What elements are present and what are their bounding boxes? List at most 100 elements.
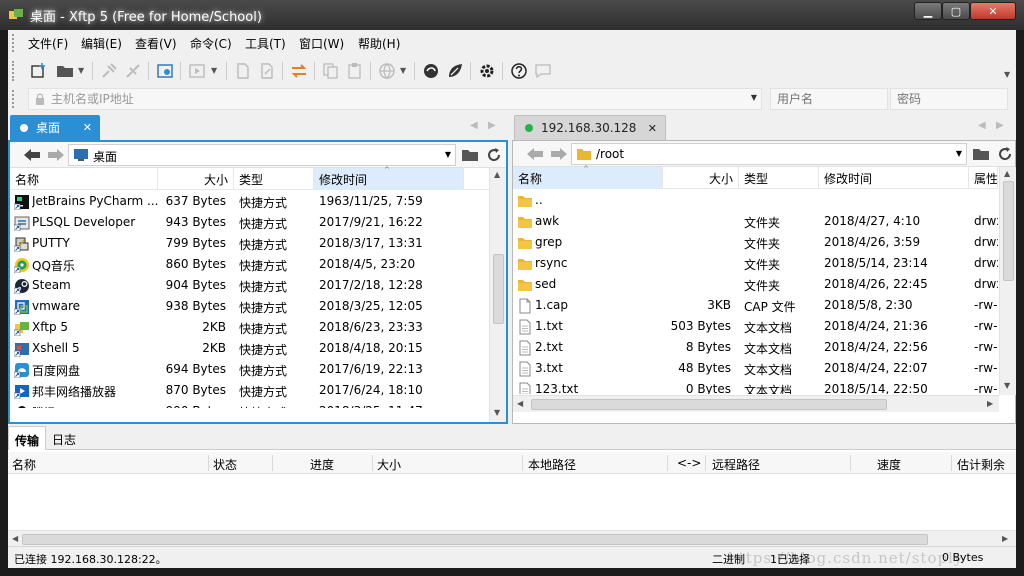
file-row[interactable]: 1.cap 3KB CAP 文件 2018/5/8, 2:30 -rw- <box>513 295 998 316</box>
tab-local-desktop[interactable]: 桌面 ✕ <box>10 115 100 140</box>
close-button[interactable]: ✕ <box>970 2 1016 20</box>
host-dropdown-icon[interactable]: ▼ <box>751 93 757 102</box>
toolbar-overflow-icon[interactable]: ▼ <box>1004 70 1010 79</box>
path-dropdown-icon[interactable]: ▼ <box>956 149 962 158</box>
menu-edit[interactable]: 编辑(E) <box>81 35 122 52</box>
local-vscrollbar[interactable]: ▲ ▼ <box>489 168 506 422</box>
col-transfer-status[interactable]: 状态 <box>213 456 237 473</box>
edit-file-button[interactable] <box>256 60 278 82</box>
scroll-left-icon[interactable]: ◀ <box>12 534 18 543</box>
connect-button[interactable] <box>98 60 120 82</box>
addressbar-grip[interactable] <box>12 90 15 108</box>
username-input[interactable] <box>770 88 888 110</box>
transfer-button[interactable] <box>186 60 208 82</box>
col-name[interactable]: ^ 名称 <box>513 165 663 189</box>
file-row[interactable]: 3.txt 48 Bytes 文本文档 2018/4/24, 22:07 -rw- <box>513 358 998 379</box>
menu-window[interactable]: 窗口(W) <box>299 35 344 52</box>
file-row[interactable]: 2.txt 8 Bytes 文本文档 2018/4/24, 22:56 -rw- <box>513 337 998 358</box>
sync-button[interactable] <box>288 60 310 82</box>
host-field[interactable]: ▼ <box>28 88 762 110</box>
open-dropdown-icon[interactable]: ▼ <box>78 66 84 75</box>
local-refresh-button[interactable] <box>484 146 504 164</box>
file-row[interactable]: 百度网盘 694 Bytes 快捷方式 2017/6/19, 22:13 <box>10 359 489 380</box>
col-time-left[interactable]: 估计剩余 <box>957 456 1005 473</box>
scroll-up-icon[interactable]: ▲ <box>1004 169 1010 178</box>
scroll-right-icon[interactable]: ▶ <box>987 399 993 408</box>
file-row[interactable]: PUTTY 799 Bytes 快捷方式 2018/3/17, 13:31 <box>10 233 489 254</box>
file-row[interactable]: JetBrains PyCharm ... 637 Bytes 快捷方式 1963/1… <box>10 191 489 212</box>
col-direction[interactable]: <-> <box>677 456 701 470</box>
col-attributes[interactable]: 属性 <box>969 167 998 189</box>
scroll-up-icon[interactable]: ▲ <box>494 170 500 179</box>
maximize-button[interactable]: ▢ <box>942 2 970 20</box>
scroll-down-icon[interactable]: ▼ <box>1004 381 1010 390</box>
scroll-down-icon[interactable]: ▼ <box>494 408 500 417</box>
file-row[interactable]: 123.txt 0 Bytes 文本文档 2018/5/14, 22:50 -rw- <box>513 379 998 394</box>
file-row[interactable]: vmware 938 Bytes 快捷方式 2018/3/25, 12:05 <box>10 296 489 317</box>
remote-folder-button[interactable] <box>971 145 991 163</box>
col-modified[interactable]: 修改时间 <box>819 167 969 189</box>
session-properties-button[interactable] <box>154 60 176 82</box>
file-row[interactable]: awk 文件夹 2018/4/27, 4:10 drwx <box>513 211 998 232</box>
tab-next-icon[interactable]: ▶ <box>996 120 1004 131</box>
menubar-grip[interactable] <box>12 34 15 52</box>
col-transfer-name[interactable]: 名称 <box>12 456 36 473</box>
col-type[interactable]: 类型 <box>739 167 819 189</box>
remote-vscrollbar[interactable]: ▲ ▼ <box>999 167 1016 395</box>
local-path-field[interactable]: 桌面 ▼ <box>68 144 456 166</box>
host-input[interactable] <box>51 91 741 107</box>
file-row[interactable]: sed 文件夹 2018/4/26, 22:45 drwx <box>513 274 998 295</box>
tab-prev-icon[interactable]: ◀ <box>978 120 986 131</box>
file-row[interactable]: Xftp 5 2KB 快捷方式 2018/6/23, 23:33 <box>10 317 489 338</box>
file-row[interactable]: QQ音乐 860 Bytes 快捷方式 2018/4/5, 23:20 <box>10 254 489 275</box>
tab-next-icon[interactable]: ▶ <box>488 120 496 131</box>
file-row[interactable]: rsync 文件夹 2018/5/14, 23:14 drwx <box>513 253 998 274</box>
col-name[interactable]: 名称 <box>10 168 158 190</box>
remote-refresh-button[interactable] <box>995 145 1015 163</box>
file-row[interactable]: 1.txt 503 Bytes 文本文档 2018/4/24, 21:36 -rw- <box>513 316 998 337</box>
feedback-button[interactable] <box>532 60 554 82</box>
menu-view[interactable]: 查看(V) <box>135 35 177 52</box>
back-button[interactable] <box>525 145 545 163</box>
tab-prev-icon[interactable]: ◀ <box>470 120 478 131</box>
tab-remote-session[interactable]: 192.168.30.128 ✕ <box>514 115 666 140</box>
new-session-button[interactable] <box>28 60 50 82</box>
options-button[interactable] <box>476 60 498 82</box>
col-local-path[interactable]: 本地路径 <box>528 456 576 473</box>
menu-command[interactable]: 命令(C) <box>190 35 232 52</box>
menu-file[interactable]: 文件(F) <box>28 35 68 52</box>
local-folder-button[interactable] <box>460 146 480 164</box>
help-button[interactable] <box>508 60 530 82</box>
col-modified[interactable]: ^ 修改时间 <box>314 166 464 190</box>
local-vscroll-thumb[interactable] <box>493 254 504 324</box>
open-session-button[interactable] <box>54 60 76 82</box>
password-input[interactable] <box>890 88 1008 110</box>
file-row[interactable]: Steam 904 Bytes 快捷方式 2017/2/18, 12:28 <box>10 275 489 296</box>
file-row[interactable]: Xshell 5 2KB 快捷方式 2018/4/18, 20:15 <box>10 338 489 359</box>
copy-button[interactable] <box>320 60 342 82</box>
file-row[interactable]: 腾讯QQ990 Bytes 快捷方式 2018/3/25, 11:47 <box>10 401 489 408</box>
scroll-left-icon[interactable]: ◀ <box>517 399 523 408</box>
scroll-right-icon[interactable]: ▶ <box>1002 534 1008 543</box>
file-row[interactable]: 邦丰网络播放器 870 Bytes 快捷方式 2017/6/24, 18:10 <box>10 380 489 401</box>
transfer-hscroll-thumb[interactable] <box>22 534 928 545</box>
col-transfer-size[interactable]: 大小 <box>377 456 401 473</box>
back-button[interactable] <box>22 146 42 164</box>
file-row[interactable]: .. <box>513 190 998 211</box>
tab-log[interactable]: 日志 <box>46 426 82 450</box>
menu-tools[interactable]: 工具(T) <box>245 35 286 52</box>
forward-button[interactable] <box>549 145 569 163</box>
remote-hscroll-thumb[interactable] <box>531 399 887 410</box>
col-size[interactable]: 大小 <box>158 168 234 190</box>
tab-close-icon[interactable]: ✕ <box>83 121 92 134</box>
menu-help[interactable]: 帮助(H) <box>358 35 400 52</box>
col-remote-path[interactable]: 远程路径 <box>712 456 760 473</box>
col-speed[interactable]: 速度 <box>877 456 901 473</box>
encoding-dropdown-icon[interactable]: ▼ <box>400 66 406 75</box>
xshell-button[interactable] <box>420 60 442 82</box>
file-row[interactable]: grep 文件夹 2018/4/26, 3:59 drwx <box>513 232 998 253</box>
col-size[interactable]: 大小 <box>663 167 739 189</box>
col-type[interactable]: 类型 <box>234 168 314 190</box>
path-dropdown-icon[interactable]: ▼ <box>445 150 451 159</box>
toolbar-grip[interactable] <box>12 61 15 81</box>
